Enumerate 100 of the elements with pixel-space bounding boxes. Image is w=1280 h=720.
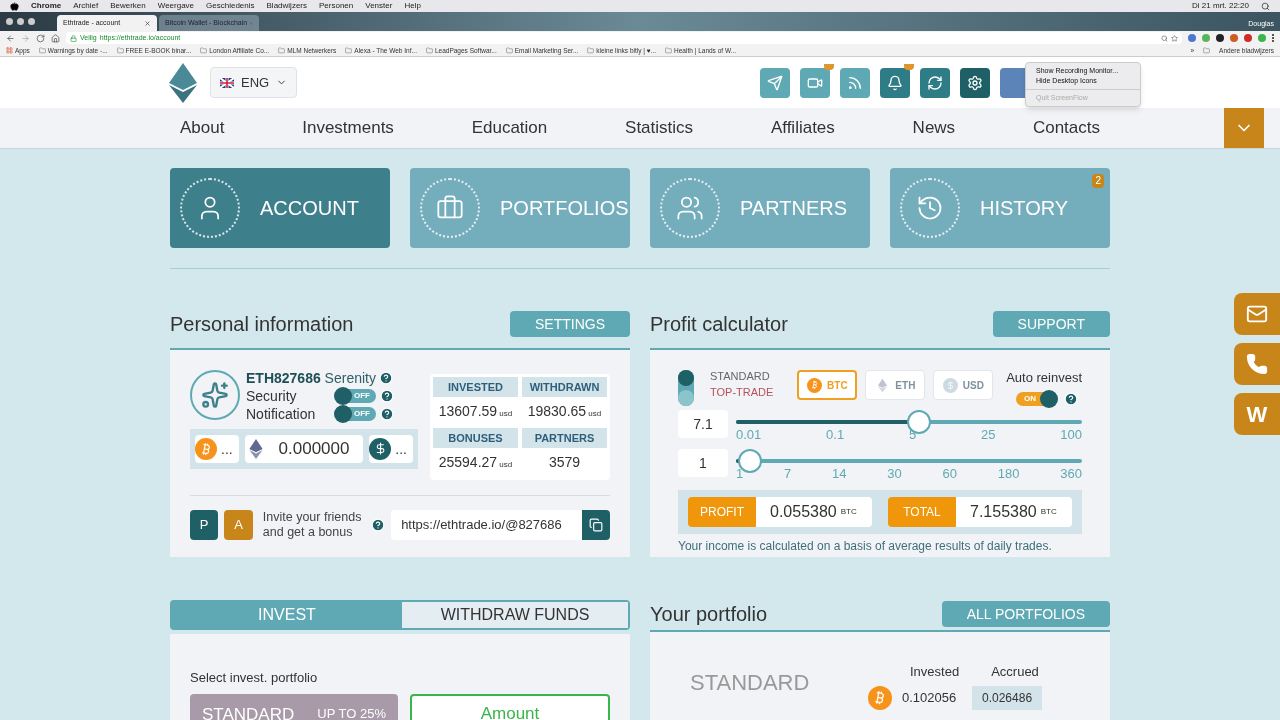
close-icon[interactable] bbox=[144, 19, 151, 27]
toolbar-button[interactable] bbox=[920, 67, 950, 98]
email-button[interactable] bbox=[1234, 293, 1280, 335]
apps-icon bbox=[6, 47, 13, 54]
tick-label: 25 bbox=[981, 428, 996, 441]
section-card[interactable]: ACCOUNT bbox=[170, 168, 390, 248]
menu-item[interactable]: Personen bbox=[319, 0, 354, 12]
section-title: Personal information bbox=[170, 312, 354, 337]
bookmark-icon bbox=[200, 47, 208, 54]
reload-icon[interactable] bbox=[36, 33, 45, 43]
tick-label: 1 bbox=[736, 467, 744, 480]
zoom-icon[interactable] bbox=[1161, 34, 1168, 42]
tick-label: 0.01 bbox=[736, 428, 762, 441]
copy-button[interactable] bbox=[581, 510, 610, 540]
home-icon[interactable] bbox=[51, 33, 60, 43]
tick-label: 30 bbox=[887, 467, 902, 480]
switch-knob[interactable] bbox=[678, 390, 694, 406]
section-title: Profit calculator bbox=[650, 312, 788, 337]
exchange-icon bbox=[927, 74, 943, 91]
star-icon[interactable] bbox=[1171, 34, 1178, 42]
stat-value: 25594.27 usd bbox=[438, 453, 513, 472]
bell-icon bbox=[887, 74, 903, 91]
help-icon[interactable] bbox=[1064, 391, 1078, 406]
menu-item[interactable]: Geschiedenis bbox=[206, 0, 255, 12]
copy-icon bbox=[588, 518, 603, 532]
lock-icon bbox=[70, 34, 77, 42]
toggle-label: OFF bbox=[354, 410, 370, 418]
tick-label: 7 bbox=[784, 467, 792, 480]
portfolio-value: 0.026486 bbox=[972, 686, 1043, 710]
users-icon bbox=[660, 178, 720, 238]
portfolio-value: 0.102056 bbox=[902, 689, 958, 708]
stat-label: WITHDRAWN bbox=[522, 377, 607, 397]
clock: Di 21 mrt. 22:20 bbox=[1192, 0, 1249, 12]
help-icon[interactable] bbox=[380, 389, 394, 403]
income-note: Your income is calculated on a basis of average results of daily trades. bbox=[678, 538, 1053, 555]
nav-link[interactable]: News bbox=[902, 115, 966, 141]
nav-link[interactable]: Affiliates bbox=[760, 115, 845, 141]
plan-option[interactable]: TOP-TRADE bbox=[710, 384, 774, 400]
tick-label: 60 bbox=[942, 467, 957, 480]
menu-item[interactable]: Bewerken bbox=[110, 0, 146, 12]
menu-item[interactable]: Bladwijzers bbox=[266, 0, 307, 12]
result-label: PROFIT bbox=[688, 497, 756, 527]
call-button[interactable] bbox=[1234, 343, 1280, 385]
tick-label: 360 bbox=[1060, 467, 1082, 480]
menu-item[interactable]: Weergave bbox=[157, 0, 195, 12]
briefcase-icon bbox=[420, 178, 480, 238]
nav-link[interactable]: About bbox=[170, 115, 235, 141]
balance-value: 0.000000 bbox=[278, 438, 350, 461]
nav-link[interactable]: Statistics bbox=[615, 115, 704, 141]
invite-text: Invite your friends and get a bonus bbox=[262, 510, 363, 540]
language-dropdown[interactable]: ENG bbox=[210, 67, 298, 98]
tick-label: 0.1 bbox=[826, 428, 845, 441]
auto-reinvest-label: Auto reinvest bbox=[1006, 369, 1082, 387]
result-value: 0.055380 BTC bbox=[756, 497, 872, 527]
switch-knob[interactable] bbox=[678, 370, 694, 386]
stat-label: INVESTED bbox=[433, 377, 518, 397]
tab[interactable]: WITHDRAW FUNDS bbox=[402, 602, 628, 628]
setting-label: Security bbox=[246, 388, 298, 404]
plan-switch[interactable] bbox=[678, 370, 694, 406]
toggle-label: ON bbox=[1024, 394, 1036, 403]
bookmark-icon bbox=[116, 47, 124, 54]
plan-name: STANDARD bbox=[690, 669, 810, 697]
stat-value: 3579 bbox=[548, 453, 581, 472]
folder-icon bbox=[1203, 47, 1211, 54]
value-field[interactable]: 1 bbox=[678, 449, 728, 477]
nav-link[interactable]: Investments bbox=[292, 115, 404, 141]
clock-icon bbox=[900, 178, 960, 238]
help-icon[interactable] bbox=[378, 371, 393, 385]
toolbar-button[interactable] bbox=[960, 67, 990, 98]
stat-value: 19830.65 usd bbox=[527, 402, 602, 421]
tick-label: 100 bbox=[1060, 428, 1082, 441]
menu-item[interactable]: Archief bbox=[73, 0, 99, 12]
back-icon[interactable] bbox=[6, 33, 15, 43]
bookmark-icon bbox=[278, 47, 286, 54]
result-value: 7.155380 BTC bbox=[956, 497, 1072, 527]
help-icon[interactable] bbox=[371, 518, 386, 532]
ethereum-logo[interactable] bbox=[169, 62, 197, 103]
menu-item[interactable]: Venster bbox=[365, 0, 393, 12]
value-field[interactable]: 7.1 bbox=[678, 410, 728, 438]
plan-option[interactable]: STANDARD bbox=[710, 368, 774, 384]
notification-badge bbox=[824, 63, 834, 70]
nav-link[interactable]: Education bbox=[461, 115, 558, 141]
column-header: Accrued bbox=[991, 663, 1039, 681]
user-icon bbox=[180, 178, 240, 238]
tick-label: 180 bbox=[997, 467, 1020, 480]
letter-avatar[interactable]: P bbox=[190, 510, 219, 540]
apple-icon[interactable] bbox=[10, 1, 19, 11]
nav-link[interactable]: Contacts bbox=[1022, 115, 1110, 141]
section-title: Your portfolio bbox=[650, 602, 768, 627]
tick-label: 14 bbox=[832, 467, 847, 480]
select-label: Select invest. portfolio bbox=[190, 669, 319, 687]
help-icon[interactable] bbox=[380, 407, 394, 421]
sparkles-icon bbox=[190, 370, 240, 420]
setting-label: Notification bbox=[246, 406, 317, 422]
menu-item[interactable]: Chrome bbox=[31, 0, 62, 12]
referral-link-field[interactable]: https://ethtrade.io/@827686 bbox=[391, 510, 582, 540]
menu-item[interactable]: Help bbox=[404, 0, 421, 12]
bookmark-icon bbox=[665, 47, 673, 54]
search-icon[interactable] bbox=[1261, 1, 1270, 11]
mail-icon bbox=[1246, 303, 1268, 325]
